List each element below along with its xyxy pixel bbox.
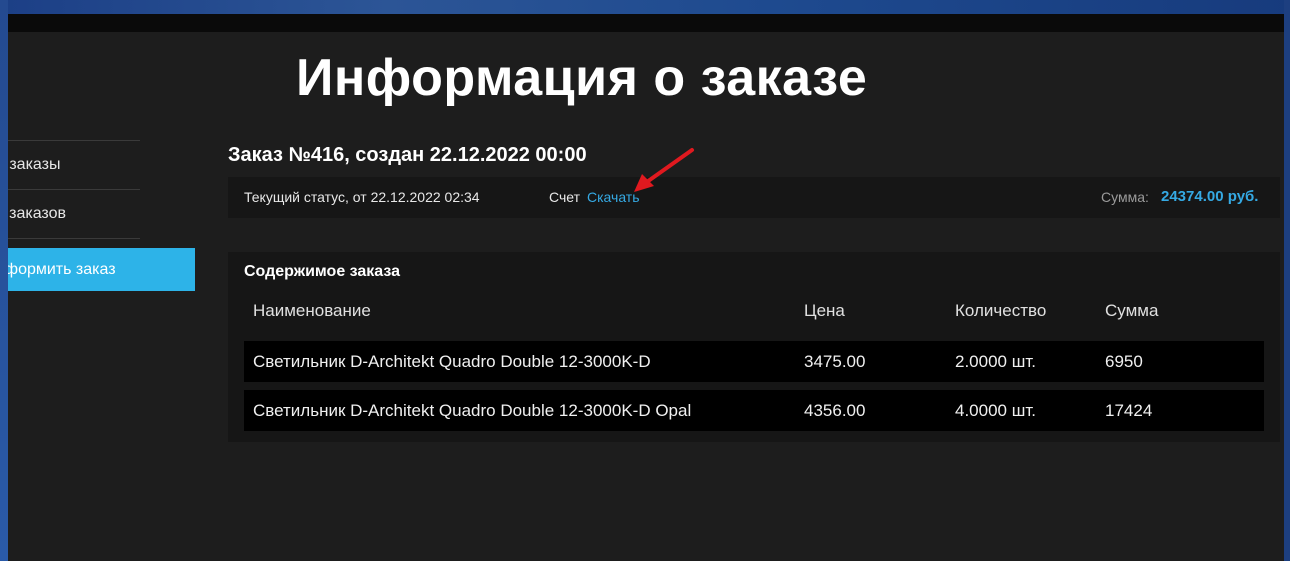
sidebar-item-label: оформить заказ xyxy=(8,261,116,278)
sidebar-divider xyxy=(8,238,140,239)
cell-sum: 6950 xyxy=(1105,352,1143,371)
order-status-text: Текущий статус, от 22.12.2022 02:34 xyxy=(244,189,480,205)
column-header-price: Цена xyxy=(804,301,845,320)
cell-quantity: 2.0000 шт. xyxy=(955,352,1036,371)
table-row: Светильник D-Architekt Quadro Double 12-… xyxy=(244,390,1264,431)
sidebar-item-label: е заказы xyxy=(8,156,61,173)
sidebar-item-place-order[interactable]: оформить заказ xyxy=(8,248,195,291)
desktop-background xyxy=(0,0,1290,14)
order-contents: Содержимое заказа Наименование Цена Коли… xyxy=(228,252,1280,442)
desktop-background-right xyxy=(1284,0,1290,561)
order-sum-value: 24374.00 руб. xyxy=(1161,188,1259,205)
column-header-sum: Сумма xyxy=(1105,301,1159,320)
cell-sum: 17424 xyxy=(1105,401,1153,420)
order-heading: Заказ №416, создан 22.12.2022 00:00 xyxy=(228,144,587,166)
window-top-bar xyxy=(8,14,1284,32)
invoice-label: Счет xyxy=(549,189,580,205)
sidebar: е заказы я заказов оформить заказ xyxy=(8,140,195,291)
column-header-quantity: Количество xyxy=(955,301,1047,320)
order-sum-label: Сумма: xyxy=(1101,189,1149,205)
cell-name: Светильник D-Architekt Quadro Double 12-… xyxy=(253,352,651,371)
sidebar-item-my-orders[interactable]: е заказы xyxy=(8,141,195,189)
page-title: Информация о заказе xyxy=(296,49,868,107)
column-header-name: Наименование xyxy=(253,301,371,320)
cell-price: 3475.00 xyxy=(804,352,866,371)
sidebar-item-label: я заказов xyxy=(8,205,66,222)
cell-name: Светильник D-Architekt Quadro Double 12-… xyxy=(253,401,692,420)
table-row: Светильник D-Architekt Quadro Double 12-… xyxy=(244,341,1264,382)
order-contents-title: Содержимое заказа xyxy=(244,263,401,280)
cell-quantity: 4.0000 шт. xyxy=(955,401,1036,420)
sidebar-item-order-history[interactable]: я заказов xyxy=(8,190,195,238)
cell-price: 4356.00 xyxy=(804,401,866,420)
red-arrow-icon xyxy=(634,148,694,192)
order-status-bar: Текущий статус, от 22.12.2022 02:34 Счет… xyxy=(228,177,1280,218)
desktop-background-left xyxy=(0,0,8,561)
